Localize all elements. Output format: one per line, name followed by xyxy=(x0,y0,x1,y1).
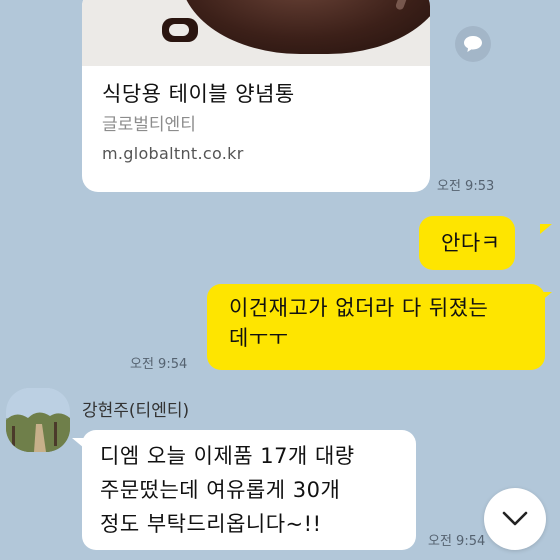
my-message-bubble[interactable]: 이건재고가 없더라 다 뒤졌는 데ㅜㅜ xyxy=(207,284,545,370)
chat-bubble-icon xyxy=(464,36,482,52)
message-line: 데ㅜㅜ xyxy=(229,326,289,350)
message-line: 이건재고가 없더라 다 뒤졌는 xyxy=(229,296,489,320)
link-preview-card[interactable]: 식당용 테이블 양념통 글로벌티엔티 m.globaltnt.co.kr xyxy=(82,0,430,192)
sender-name: 강현주(티엔티) xyxy=(82,401,190,421)
sender-avatar[interactable] xyxy=(6,388,70,452)
bubble-tail xyxy=(540,224,552,234)
incoming-message-bubble[interactable]: 디엠 오늘 이제품 17개 대량 주문떴는데 여유롭게 30개 정도 부탁드리옵… xyxy=(82,430,416,550)
message-timestamp: 오전 9:54 xyxy=(130,357,188,372)
bubble-tail xyxy=(72,438,84,448)
message-timestamp: 오전 9:54 xyxy=(428,534,486,549)
message-line: 디엠 오늘 이제품 17개 대량 xyxy=(100,444,355,468)
link-card-timestamp: 오전 9:53 xyxy=(437,179,495,194)
scroll-to-bottom-button[interactable] xyxy=(484,488,546,550)
product-image xyxy=(82,0,430,66)
pot-handle-shape xyxy=(162,18,198,42)
avatar-photo xyxy=(6,388,70,452)
link-url: m.globaltnt.co.kr xyxy=(102,144,244,163)
share-button[interactable] xyxy=(455,26,491,62)
message-line: 주문떴는데 여유롭게 30개 xyxy=(100,478,341,502)
my-message-bubble[interactable]: 안다ㅋㅋ xyxy=(419,216,515,309)
link-title: 식당용 테이블 양념통 xyxy=(102,82,295,106)
pot-body-shape xyxy=(180,0,430,54)
chevron-down-icon xyxy=(502,511,528,526)
bubble-tail xyxy=(540,292,552,302)
message-line: 정도 부탁드리옵니다~!! xyxy=(100,512,322,536)
link-source: 글로벌티엔티 xyxy=(102,115,196,135)
